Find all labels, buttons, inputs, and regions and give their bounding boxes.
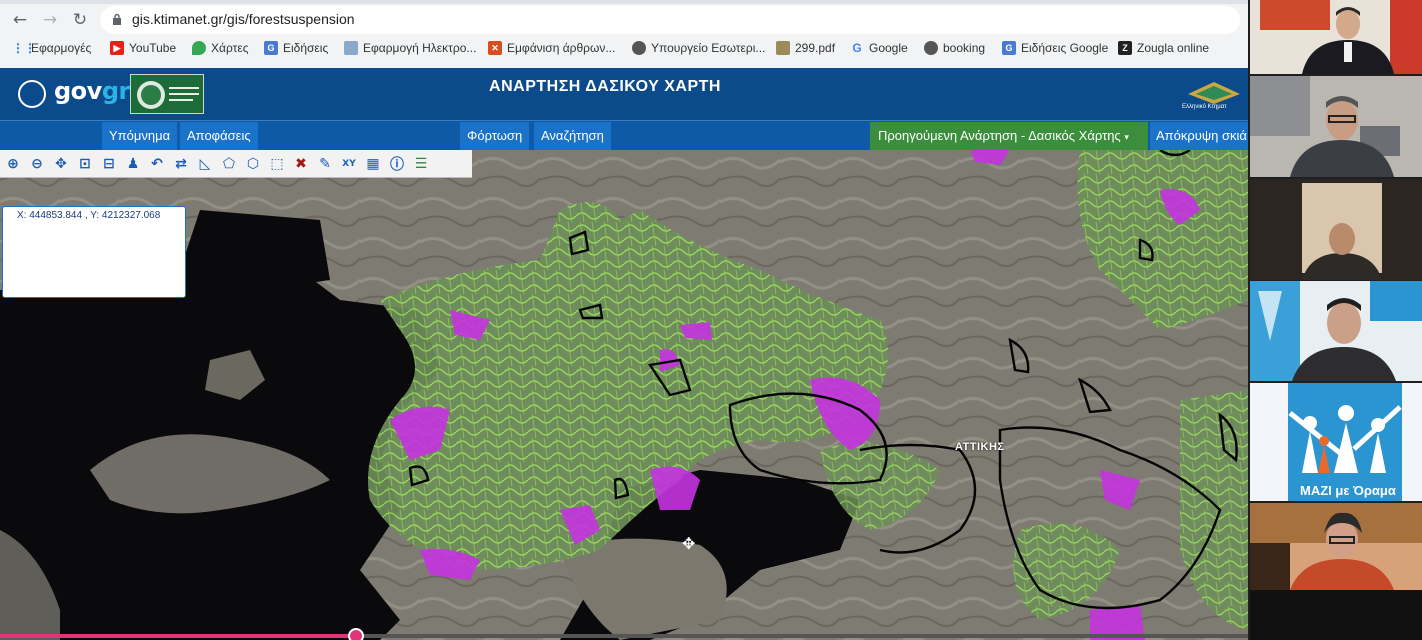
participant-video-4	[1250, 281, 1422, 381]
map-toolbar: ⊕ ⊖ ✥ ⊡ ⊟ ♟ ↶ ⇄ ◺ ⬠ ⬡ ⬚ ✖ ✎ XY ▦ ⓘ ☰	[0, 150, 472, 178]
move-cursor-icon: ✥	[682, 534, 696, 553]
menu-hide[interactable]: Απόκρυψη σκιά	[1150, 122, 1248, 150]
bookmark-google[interactable]: G Google	[850, 41, 907, 55]
zoom-out-icon[interactable]: ⊖	[26, 153, 48, 175]
bookmark-booking[interactable]: booking	[924, 41, 985, 55]
globe-icon	[924, 41, 938, 55]
identify-icon[interactable]: ♟	[122, 153, 144, 175]
caret-down-icon: ▾	[1124, 132, 1129, 142]
participant-tile-3[interactable]	[1250, 179, 1422, 280]
app-icon	[344, 41, 358, 55]
pdf-icon	[776, 41, 790, 55]
menu-decisions[interactable]: Αποφάσεις	[180, 122, 258, 150]
participant-tile-2[interactable]	[1250, 76, 1422, 177]
bookmark-google-news[interactable]: G Ειδήσεις Google	[1002, 41, 1108, 55]
clear-icon[interactable]: ✖	[290, 153, 312, 175]
participant-tile-6[interactable]	[1250, 503, 1422, 590]
participant-video-1	[1250, 0, 1422, 74]
participant-tile-7	[1250, 590, 1422, 640]
tab-strip	[0, 0, 1248, 4]
address-bar[interactable]: gis.ktimanet.gr/gis/forestsuspension	[100, 6, 1240, 34]
menu-legend[interactable]: Υπόμνημα	[102, 122, 178, 150]
participant-video-3	[1250, 179, 1422, 280]
video-progress-fill	[0, 634, 356, 638]
page-title: ΑΝΑΡΤΗΣΗ ΔΑΣΙΚΟΥ ΧΑΡΤΗ	[489, 78, 721, 95]
satellite-map	[0, 150, 1248, 640]
ktimatologio-logo	[1188, 82, 1240, 104]
globe-icon	[632, 41, 646, 55]
greek-emblem-icon	[18, 80, 46, 108]
bookmark-articles[interactable]: ✕ Εμφάνιση άρθρων...	[488, 41, 615, 55]
pan-icon[interactable]: ✥	[50, 153, 72, 175]
info-icon[interactable]: ⓘ	[386, 153, 408, 175]
browser-chrome: ← → ↻ gis.ktimanet.gr/gis/forestsuspensi…	[0, 0, 1248, 68]
table-icon[interactable]: ▦	[362, 153, 384, 175]
ministry-logo	[130, 74, 204, 114]
polygon-icon[interactable]: ⬠	[218, 153, 240, 175]
back-arrow-icon[interactable]: ←	[8, 8, 32, 32]
participant-video-6	[1250, 503, 1422, 590]
back-icon[interactable]: ↶	[146, 153, 168, 175]
layers-icon[interactable]: ☰	[410, 153, 432, 175]
screen: ← → ↻ gis.ktimanet.gr/gis/forestsuspensi…	[0, 0, 1422, 640]
zoom-in-icon[interactable]: ⊕	[2, 153, 24, 175]
zoom-extent-icon[interactable]: ⊡	[74, 153, 96, 175]
participant-video-2	[1250, 76, 1422, 177]
select-polygon-icon[interactable]: ⬡	[242, 153, 264, 175]
participant-tile-4[interactable]	[1250, 281, 1422, 381]
bookmark-youtube[interactable]: ▶ YouTube	[110, 41, 176, 55]
bookmarks-bar: ⋮⋮ Εφαρμογές ▶ YouTube Χάρτες G Ειδήσεις Εφ…	[0, 38, 1248, 62]
bookmark-pdf[interactable]: 299.pdf	[776, 41, 835, 55]
bookmark-app[interactable]: Εφαρμογή Ηλεκτρο...	[344, 41, 476, 55]
google-icon: G	[852, 41, 862, 55]
map-canvas[interactable]	[0, 150, 1248, 640]
articles-icon: ✕	[488, 41, 502, 55]
coordinates-readout: X: 444853.844 , Y: 4212327.068	[17, 210, 161, 221]
participant-tile-1[interactable]	[1250, 0, 1422, 74]
zougla-icon: Z	[1118, 41, 1132, 55]
bookmark-ministry[interactable]: Υπουργείο Εσωτερι...	[632, 41, 765, 55]
bookmark-maps[interactable]: Χάρτες	[192, 41, 248, 55]
measure-angle-icon[interactable]: ◺	[194, 153, 216, 175]
lock-icon	[113, 13, 121, 25]
agency-label: Ελληνικό Κτηματ	[1182, 104, 1227, 110]
bookmark-zougla[interactable]: Z Zougla online	[1118, 41, 1209, 55]
bookmark-news[interactable]: G Ειδήσεις	[264, 41, 328, 55]
reload-icon[interactable]: ↻	[68, 8, 92, 32]
previous-posting-dropdown[interactable]: Προηγούμενη Ανάρτηση - Δασικός Χάρτης ▾	[870, 122, 1148, 150]
apps-grid-icon: ⋮⋮	[12, 41, 36, 55]
region-label: ΑΤΤΙΚΗΣ	[955, 441, 1005, 453]
zoom-box-icon[interactable]: ⊟	[98, 153, 120, 175]
measure-line-icon[interactable]: ⇄	[170, 153, 192, 175]
xy-icon[interactable]: XY	[338, 153, 360, 175]
youtube-icon: ▶	[110, 41, 124, 55]
mazi-caption: ΜΑΖΙ με Όραμα	[1300, 483, 1396, 498]
forward-arrow-icon[interactable]: →	[38, 8, 62, 32]
menu-loading[interactable]: Φόρτωση	[460, 122, 530, 150]
news-icon: G	[264, 41, 278, 55]
coordinates-panel: X: 444853.844 , Y: 4212327.068	[2, 206, 186, 298]
select-icon[interactable]: ⬚	[266, 153, 288, 175]
bookmark-apps[interactable]: ⋮⋮ Εφαρμογές	[12, 41, 91, 55]
govgr-logo[interactable]: govgr	[54, 77, 130, 105]
url-text: gis.ktimanet.gr/gis/forestsuspension	[132, 11, 355, 27]
news-icon: G	[1002, 41, 1016, 55]
draw-icon[interactable]: ✎	[314, 153, 336, 175]
video-progress-handle[interactable]	[348, 628, 364, 640]
maps-pin-icon	[192, 41, 206, 55]
menu-search[interactable]: Αναζήτηση	[534, 122, 611, 150]
